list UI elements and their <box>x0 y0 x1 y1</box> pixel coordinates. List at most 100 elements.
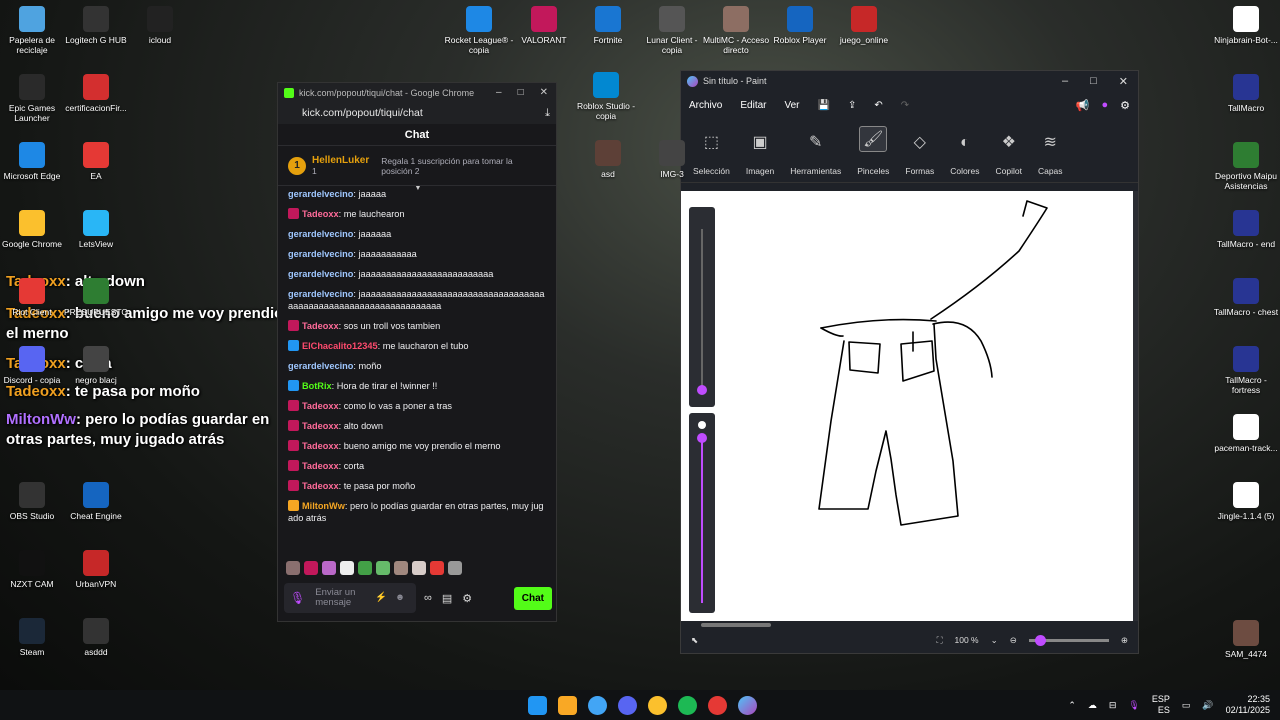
zoom-slider[interactable] <box>1028 634 1109 646</box>
desktop-shortcut[interactable]: PRESUPUESTO <box>60 278 132 317</box>
pinned-username[interactable]: HellenLuker <box>312 155 369 166</box>
kick-emote-icon[interactable]: ⚡ <box>375 593 387 603</box>
share-icon[interactable]: ⇪ <box>848 100 856 111</box>
start-icon[interactable] <box>528 695 547 715</box>
zoom-in-icon[interactable]: ⊕ <box>1121 635 1128 646</box>
ribbon-copilot[interactable]: ❖ Copilot <box>988 119 1030 182</box>
paint-window[interactable]: Sin título - Paint – □ ✕ Archivo Editar … <box>680 70 1139 654</box>
desktop-shortcut[interactable]: Riot Client <box>0 278 68 317</box>
close-button[interactable]: ✕ <box>540 87 548 98</box>
announce-icon[interactable]: 📢 <box>1076 99 1090 112</box>
menu-editar[interactable]: Editar <box>740 100 766 111</box>
download-icon[interactable]: ⤓ <box>545 107 550 120</box>
chrome-icon[interactable] <box>648 695 667 715</box>
tray-chevron-icon[interactable]: ⌃ <box>1068 700 1076 711</box>
ribbon-shapes[interactable]: ◇ Formas <box>897 119 942 182</box>
desktop-shortcut[interactable]: TallMacro - chest <box>1210 278 1280 317</box>
emoji-icon[interactable]: ☻ <box>395 593 405 603</box>
chat-message[interactable]: Tadeoxx: como lo vas a poner a tras <box>288 400 546 412</box>
vertical-scrollbar[interactable] <box>1133 191 1138 621</box>
chat-message[interactable]: Tadeoxx: corta <box>288 460 546 472</box>
chat-messages[interactable]: ▼ gerardelvecino: jaaaaa Tadeoxx: me lauc… <box>278 186 556 558</box>
chrome-titlebar[interactable]: kick.com/popout/tiqui/chat - Google Chro… <box>278 83 556 102</box>
ccleaner-icon[interactable] <box>588 695 607 715</box>
spotify-icon[interactable] <box>678 695 697 715</box>
chat-username[interactable]: gerardelvecino <box>288 189 353 199</box>
size-slider-thumb[interactable] <box>697 385 707 395</box>
chat-message[interactable]: gerardelvecino: jaaaaaaaaaaaaaaaaaaaaaaa… <box>288 268 546 280</box>
desktop-shortcut[interactable]: negro blacj <box>60 346 132 385</box>
desktop-shortcut[interactable]: asddd <box>60 618 132 657</box>
undo-icon[interactable]: ↶ <box>874 100 882 111</box>
emote-icon[interactable] <box>304 561 318 575</box>
store-icon[interactable]: ▤ <box>442 592 452 605</box>
settings-icon[interactable]: ⚙ <box>1120 99 1130 112</box>
emote-icon[interactable] <box>358 561 372 575</box>
chat-username[interactable]: Tadeoxx <box>302 481 339 491</box>
chat-message[interactable]: BotRix: Hora de tirar el !winner !! <box>288 380 546 392</box>
desktop-shortcut[interactable]: LetsView <box>60 210 132 249</box>
discord-icon[interactable] <box>618 695 637 715</box>
desktop-shortcut[interactable]: TallMacro - fortress <box>1210 346 1280 395</box>
maximize-button[interactable]: □ <box>1090 75 1097 88</box>
url-text[interactable]: kick.com/popout/tiqui/chat <box>302 107 423 119</box>
desktop-shortcut[interactable]: Steam <box>0 618 68 657</box>
chat-message[interactable]: gerardelvecino: jaaaaaaaaaaaaaaaaaaaaaaa… <box>288 288 546 312</box>
address-bar[interactable]: kick.com/popout/tiqui/chat ⤓ <box>278 102 556 124</box>
desktop-shortcut[interactable]: TallMacro - end <box>1210 210 1280 249</box>
desktop-shortcut[interactable]: Rocket League® - copia <box>443 6 515 55</box>
send-chat-button[interactable]: Chat <box>513 586 552 610</box>
menu-ver[interactable]: Ver <box>784 100 799 111</box>
desktop-shortcut[interactable]: EA <box>60 142 132 181</box>
chat-username[interactable]: gerardelvecino <box>288 361 353 371</box>
volume-icon[interactable]: 🔊 <box>1202 700 1213 711</box>
zoom-slider-thumb[interactable] <box>1034 634 1046 646</box>
desktop-shortcut[interactable]: UrbanVPN <box>60 550 132 589</box>
chat-username[interactable]: Tadeoxx <box>302 461 339 471</box>
chat-username[interactable]: ElChacalito12345 <box>302 341 378 351</box>
emote-icon[interactable] <box>340 561 354 575</box>
chat-username[interactable]: Tadeoxx <box>302 321 339 331</box>
size-slider[interactable] <box>689 207 715 407</box>
chat-username[interactable]: gerardelvecino <box>288 229 353 239</box>
desktop-shortcut[interactable]: Logitech G HUB <box>60 6 132 45</box>
drawing-canvas[interactable] <box>681 191 1133 621</box>
chat-message[interactable]: Tadeoxx: me lauchearon <box>288 208 546 220</box>
desktop-shortcut[interactable]: icloud <box>124 6 196 45</box>
desktop-shortcut[interactable]: Ninjabrain-Bot-... <box>1210 6 1280 45</box>
chat-username[interactable]: BotRix <box>302 381 332 391</box>
ribbon-brush[interactable]: 🖌 Pinceles <box>849 119 897 182</box>
emote-icon[interactable] <box>286 561 300 575</box>
desktop-shortcut[interactable]: Fortnite <box>572 6 644 45</box>
paint-icon[interactable] <box>738 695 757 715</box>
onedrive-icon[interactable]: ☁ <box>1088 700 1097 711</box>
mic-icon[interactable]: 🎙 <box>290 592 305 604</box>
chat-username[interactable]: gerardelvecino <box>288 249 353 259</box>
minimize-button[interactable]: – <box>496 87 502 98</box>
emote-icon[interactable] <box>322 561 336 575</box>
chat-message[interactable]: Tadeoxx: bueno amigo me voy prendio el m… <box>288 440 546 452</box>
account-icon[interactable]: ● <box>1101 99 1108 112</box>
file-explorer-icon[interactable] <box>558 695 577 715</box>
chat-message[interactable]: gerardelvecino: jaaaaaaaaaaa <box>288 248 546 260</box>
chat-username[interactable]: MiltonWw <box>302 501 345 511</box>
ribbon-image-tool[interactable]: ▣ Imagen <box>738 119 782 182</box>
desktop-shortcut[interactable]: VALORANT <box>508 6 580 45</box>
emote-icon[interactable] <box>412 561 426 575</box>
desktop-shortcut[interactable]: Lunar Client - copia <box>636 6 708 55</box>
network-icon[interactable]: ⊟ <box>1109 700 1117 711</box>
desktop-shortcut[interactable]: Epic Games Launcher <box>0 74 68 123</box>
maximize-button[interactable]: □ <box>518 87 524 98</box>
desktop-shortcut[interactable]: MultiMC - Acceso directo <box>700 6 772 55</box>
chat-message[interactable]: gerardelvecino: jaaaaaa <box>288 228 546 240</box>
chat-message[interactable]: MiltonWw: pero lo podías guardar en otra… <box>288 500 546 524</box>
redo-icon[interactable]: ↷ <box>901 100 909 111</box>
emote-row[interactable] <box>278 558 556 578</box>
emote-icon[interactable] <box>376 561 390 575</box>
ribbon-colors[interactable]: ◐ Colores <box>942 119 987 182</box>
chat-message[interactable]: Tadeoxx: sos un troll vos tambien <box>288 320 546 332</box>
settings-icon[interactable]: ⚙ <box>462 592 472 605</box>
chat-username[interactable]: Tadeoxx <box>302 421 339 431</box>
chat-input-placeholder[interactable]: Enviar un mensaje <box>315 588 365 608</box>
desktop-shortcut[interactable]: paceman-track... <box>1210 414 1280 453</box>
